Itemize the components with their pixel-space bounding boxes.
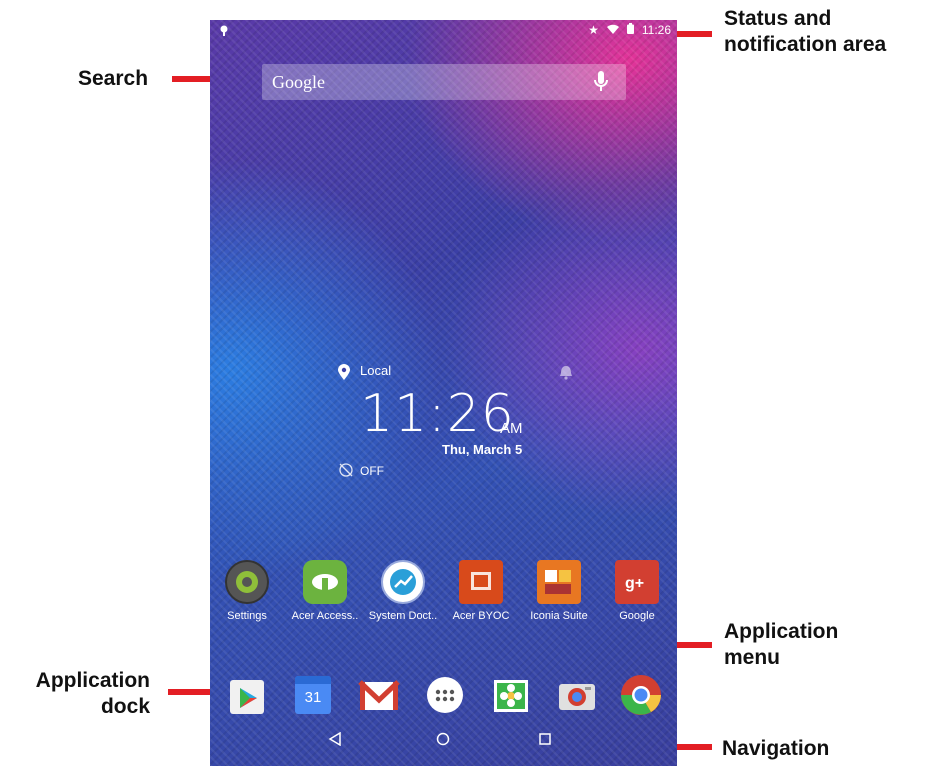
google-folder-icon: g+ (615, 560, 659, 604)
app-iconia-suite[interactable]: Iconia Suite (520, 560, 598, 622)
callout-dock: Application dock (14, 668, 150, 720)
callout-app-menu: Application menu (724, 619, 838, 671)
recents-button[interactable] (538, 732, 552, 751)
app-settings[interactable]: Settings (210, 560, 286, 622)
app-label: Google (619, 610, 655, 622)
callout-status-area: Status and notification area (724, 6, 886, 58)
clock-date: Thu, March 5 (442, 442, 523, 457)
calendar-icon: 31 (295, 676, 331, 714)
app-acer-byoc[interactable]: Acer BYOC (442, 560, 520, 622)
callout-search: Search (78, 66, 148, 92)
system-doctor-icon (381, 560, 425, 604)
status-icons: ★ 11:26 (588, 23, 671, 37)
status-bar[interactable]: ★ 11:26 (210, 20, 677, 42)
app-google[interactable]: g+ Google (598, 560, 676, 622)
location-pin-icon (338, 364, 350, 385)
clock-widget[interactable]: Local 11:26 AM Thu, March 5 OFF (330, 360, 630, 480)
callout-dock-text: Application dock (35, 669, 150, 718)
callout-status-leader (672, 31, 712, 37)
app-system-doctor[interactable]: System Doct.. (364, 560, 442, 622)
camera-icon (559, 684, 595, 710)
callout-navigation-text: Navigation (722, 737, 830, 760)
notification-icon[interactable] (220, 24, 228, 42)
calendar-day: 31 (304, 689, 322, 706)
tablet-home-screen: ★ 11:26 Google Local 11:26 AM Thu, March… (210, 20, 677, 766)
alarm-status: OFF (360, 464, 384, 478)
recents-icon (539, 733, 551, 745)
home-button[interactable] (436, 732, 450, 751)
clock-time: 11:26 (360, 384, 515, 444)
app-label: System Doct.. (368, 610, 438, 622)
star-icon: ★ (588, 23, 599, 37)
back-icon (328, 731, 341, 747)
app-label: Acer Access.. (291, 610, 359, 622)
alarm-off-icon (338, 462, 354, 483)
iconia-suite-icon (537, 560, 581, 604)
gallery-icon (494, 680, 528, 712)
dock-gmail[interactable] (356, 672, 402, 718)
dock-chrome[interactable] (618, 672, 664, 718)
acer-access-icon (303, 560, 347, 604)
alarm-bell-icon (558, 364, 574, 385)
app-label: Iconia Suite (530, 610, 588, 622)
acer-byoc-icon (459, 560, 503, 604)
callout-app-menu-text: Application menu (724, 620, 839, 669)
home-icon (436, 732, 450, 746)
status-time: 11:26 (641, 23, 671, 37)
dock-play-store[interactable] (224, 672, 270, 718)
app-label: Settings (227, 610, 267, 622)
callout-navigation: Navigation (722, 736, 829, 762)
dock-calendar[interactable]: 31 (290, 672, 336, 718)
play-store-icon (230, 680, 264, 714)
search-google-logo: Google (272, 72, 325, 92)
dock-app-menu[interactable] (422, 672, 468, 718)
wifi-icon (606, 23, 619, 37)
back-button[interactable] (328, 731, 342, 751)
gmail-icon (358, 680, 400, 710)
app-acer-access[interactable]: Acer Access.. (286, 560, 364, 622)
chrome-icon (621, 675, 661, 715)
settings-icon (225, 560, 269, 604)
callout-search-text: Search (78, 67, 149, 90)
clock-location: Local (360, 363, 392, 378)
battery-icon (626, 23, 634, 37)
app-label: Acer BYOC (452, 610, 510, 622)
callout-status-text: Status and notification area (724, 7, 887, 56)
dock-gallery[interactable] (488, 672, 534, 718)
app-menu-icon (427, 677, 463, 713)
microphone-icon[interactable] (594, 71, 608, 98)
clock-ampm: AM (500, 420, 523, 437)
svg-text:g+: g+ (625, 575, 644, 592)
google-search-bar[interactable]: Google (262, 64, 626, 100)
dock-camera[interactable] (554, 672, 600, 718)
